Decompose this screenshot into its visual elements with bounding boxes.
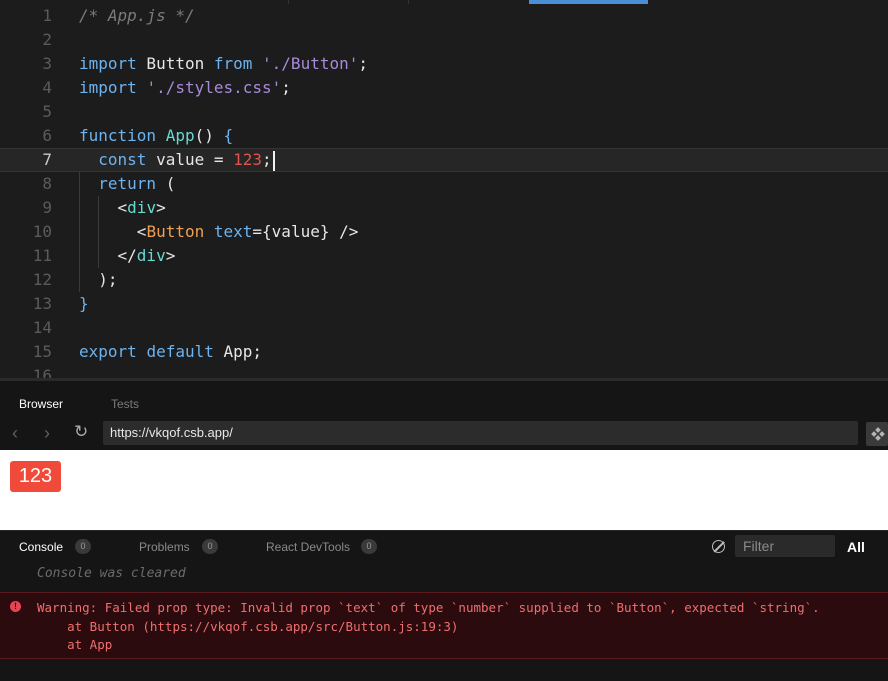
tab-react-devtools[interactable]: React DevTools xyxy=(266,540,350,554)
code-line[interactable]: 16 xyxy=(0,364,888,378)
line-number: 8 xyxy=(42,174,52,193)
warning-stack-line: at Button (https://vkqof.csb.app/src/But… xyxy=(37,619,459,634)
code-text: export default App; xyxy=(79,342,263,361)
code-line[interactable]: 14 xyxy=(0,316,888,340)
log-level-select[interactable]: All xyxy=(847,539,865,555)
url-input[interactable]: https://vkqof.csb.app/ xyxy=(103,421,858,445)
code-line[interactable]: 6 function App() { xyxy=(0,124,888,148)
code-text: const value = 123; xyxy=(79,149,275,171)
code-editor[interactable]: 1 /* App.js */ 2 3 import Button from './But… xyxy=(0,0,888,378)
filter-input[interactable]: Filter xyxy=(735,535,835,557)
code-line[interactable]: 10 <Button text={value} /> xyxy=(0,220,888,244)
line-number: 4 xyxy=(42,78,52,97)
text-cursor xyxy=(272,150,275,171)
line-number: 11 xyxy=(32,246,52,265)
chevron-right-icon[interactable]: › xyxy=(44,424,50,442)
diamond-grid-icon xyxy=(871,427,885,441)
code-text: function App() { xyxy=(79,126,234,145)
line-number: 5 xyxy=(42,102,52,121)
devtools-toggle[interactable] xyxy=(866,422,888,446)
code-text: <div> xyxy=(79,198,166,217)
line-number: 9 xyxy=(42,198,52,217)
line-number: 6 xyxy=(42,126,52,145)
code-line[interactable]: 1 /* App.js */ xyxy=(0,4,888,28)
code-text: import './styles.css'; xyxy=(79,78,291,97)
code-text: ); xyxy=(79,270,118,289)
line-number: 3 xyxy=(42,54,52,73)
code-line[interactable]: 15 export default App; xyxy=(0,340,888,364)
code-line[interactable]: 3 import Button from './Button'; xyxy=(0,52,888,76)
line-number: 7 xyxy=(42,150,52,169)
error-icon: ! xyxy=(10,601,21,612)
console-cleared-message: Console was cleared xyxy=(37,566,186,581)
code-line[interactable]: 2 xyxy=(0,28,888,52)
warning-message: Warning: Failed prop type: Invalid prop … xyxy=(37,600,820,615)
code-text: import Button from './Button'; xyxy=(79,54,368,73)
tab-tests[interactable]: Tests xyxy=(111,397,139,411)
devtools-count-badge: 0 xyxy=(361,539,377,554)
code-line[interactable]: 5 xyxy=(0,100,888,124)
console-warning: ! Warning: Failed prop type: Invalid pro… xyxy=(0,592,888,659)
clear-console-icon[interactable] xyxy=(712,540,725,553)
code-line[interactable]: 8 return ( xyxy=(0,172,888,196)
chevron-left-icon[interactable]: ‹ xyxy=(12,424,18,442)
console-tabs: Console 0 Problems 0 React DevTools 0 Fi… xyxy=(0,530,888,561)
line-number: 12 xyxy=(32,270,52,289)
line-number: 10 xyxy=(32,222,52,241)
line-number: 1 xyxy=(42,6,52,25)
code-line[interactable]: 12 ); xyxy=(0,268,888,292)
code-line[interactable]: 4 import './styles.css'; xyxy=(0,76,888,100)
browser-preview: 123 xyxy=(0,450,888,530)
line-number: 14 xyxy=(32,318,52,337)
tab-browser[interactable]: Browser xyxy=(19,397,63,411)
code-line[interactable]: 13} xyxy=(0,292,888,316)
refresh-icon[interactable]: ↻ xyxy=(74,423,88,441)
line-number: 13 xyxy=(32,294,52,313)
code-line[interactable]: 7 const value = 123; xyxy=(0,148,888,172)
code-text: /* App.js */ xyxy=(79,6,195,25)
browser-address-bar: ‹ › ↻ https://vkqof.csb.app/ xyxy=(0,418,888,450)
console-count-badge: 0 xyxy=(75,539,91,554)
tab-console[interactable]: Console xyxy=(19,540,63,554)
problems-count-badge: 0 xyxy=(202,539,218,554)
line-number: 2 xyxy=(42,30,52,49)
code-text: <Button text={value} /> xyxy=(79,222,359,241)
line-number: 15 xyxy=(32,342,52,361)
code-text: </div> xyxy=(79,246,176,265)
tab-problems[interactable]: Problems xyxy=(139,540,190,554)
preview-tabs: Browser Tests xyxy=(0,381,888,418)
code-line[interactable]: 11 </div> xyxy=(0,244,888,268)
line-number: 16 xyxy=(32,366,52,378)
code-text: return ( xyxy=(98,174,176,193)
warning-stack-line: at App xyxy=(37,637,113,652)
code-text: } xyxy=(79,294,89,313)
code-line[interactable]: 9 <div> xyxy=(0,196,888,220)
preview-button[interactable]: 123 xyxy=(10,461,61,492)
